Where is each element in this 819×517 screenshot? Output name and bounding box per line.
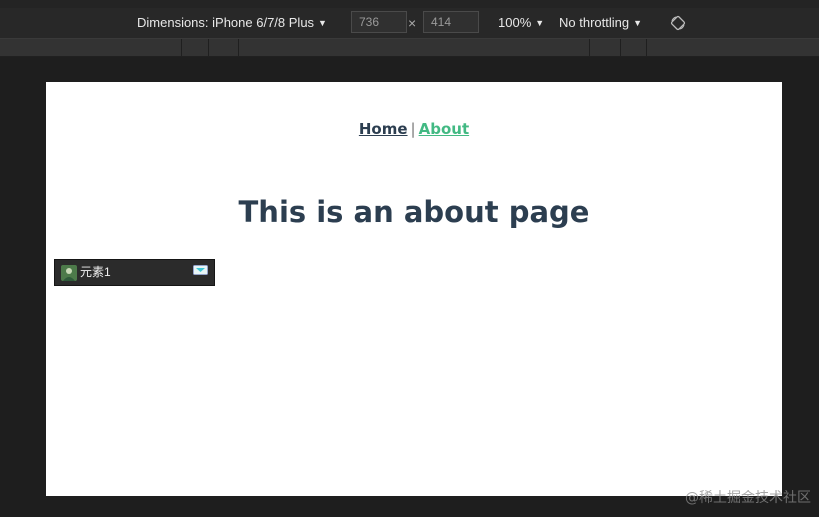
media-query-ruler[interactable] [0, 39, 819, 57]
throttling-label: No throttling [559, 15, 630, 30]
device-dimensions-label: Dimensions: iPhone 6/7/8 Plus [137, 15, 315, 30]
avatar-icon [61, 265, 77, 281]
nav-separator: | [410, 120, 416, 138]
rotate-icon[interactable] [670, 15, 686, 31]
device-viewport: Home | About This is an about page [46, 82, 782, 496]
ruler-divider [646, 39, 647, 56]
chevron-down-icon: ▼ [535, 18, 545, 28]
zoom-label: 100% [498, 15, 532, 30]
zoom-dropdown[interactable]: 100% ▼ [498, 8, 544, 38]
chevron-down-icon: ▼ [318, 18, 327, 28]
ruler-divider [238, 39, 239, 56]
element-chip[interactable]: 元素1 [54, 259, 215, 286]
nav-link-home[interactable]: Home [359, 120, 408, 138]
page-title: This is an about page [238, 195, 590, 229]
times-icon: × [408, 15, 417, 31]
chevron-down-icon: ▼ [633, 18, 643, 28]
viewport-width-input[interactable]: 736 [351, 11, 407, 33]
watermark: @稀土掘金技术社区 [685, 490, 811, 506]
device-dimensions-dropdown[interactable]: Dimensions: iPhone 6/7/8 Plus ▼ [137, 8, 327, 38]
device-toolbar: Dimensions: iPhone 6/7/8 Plus ▼ 736 × 414… [0, 8, 819, 39]
ruler-divider [589, 39, 590, 56]
element-chip-label: 元素1 [80, 265, 111, 279]
highlight-toggle-icon[interactable] [193, 265, 208, 275]
nav-link-about[interactable]: About [419, 120, 470, 138]
ruler-divider [208, 39, 209, 56]
ruler-divider [181, 39, 182, 56]
throttling-dropdown[interactable]: No throttling ▼ [559, 8, 642, 38]
ruler-divider [620, 39, 621, 56]
site-nav: Home | About [46, 120, 782, 138]
viewport-height-input[interactable]: 414 [423, 11, 479, 33]
